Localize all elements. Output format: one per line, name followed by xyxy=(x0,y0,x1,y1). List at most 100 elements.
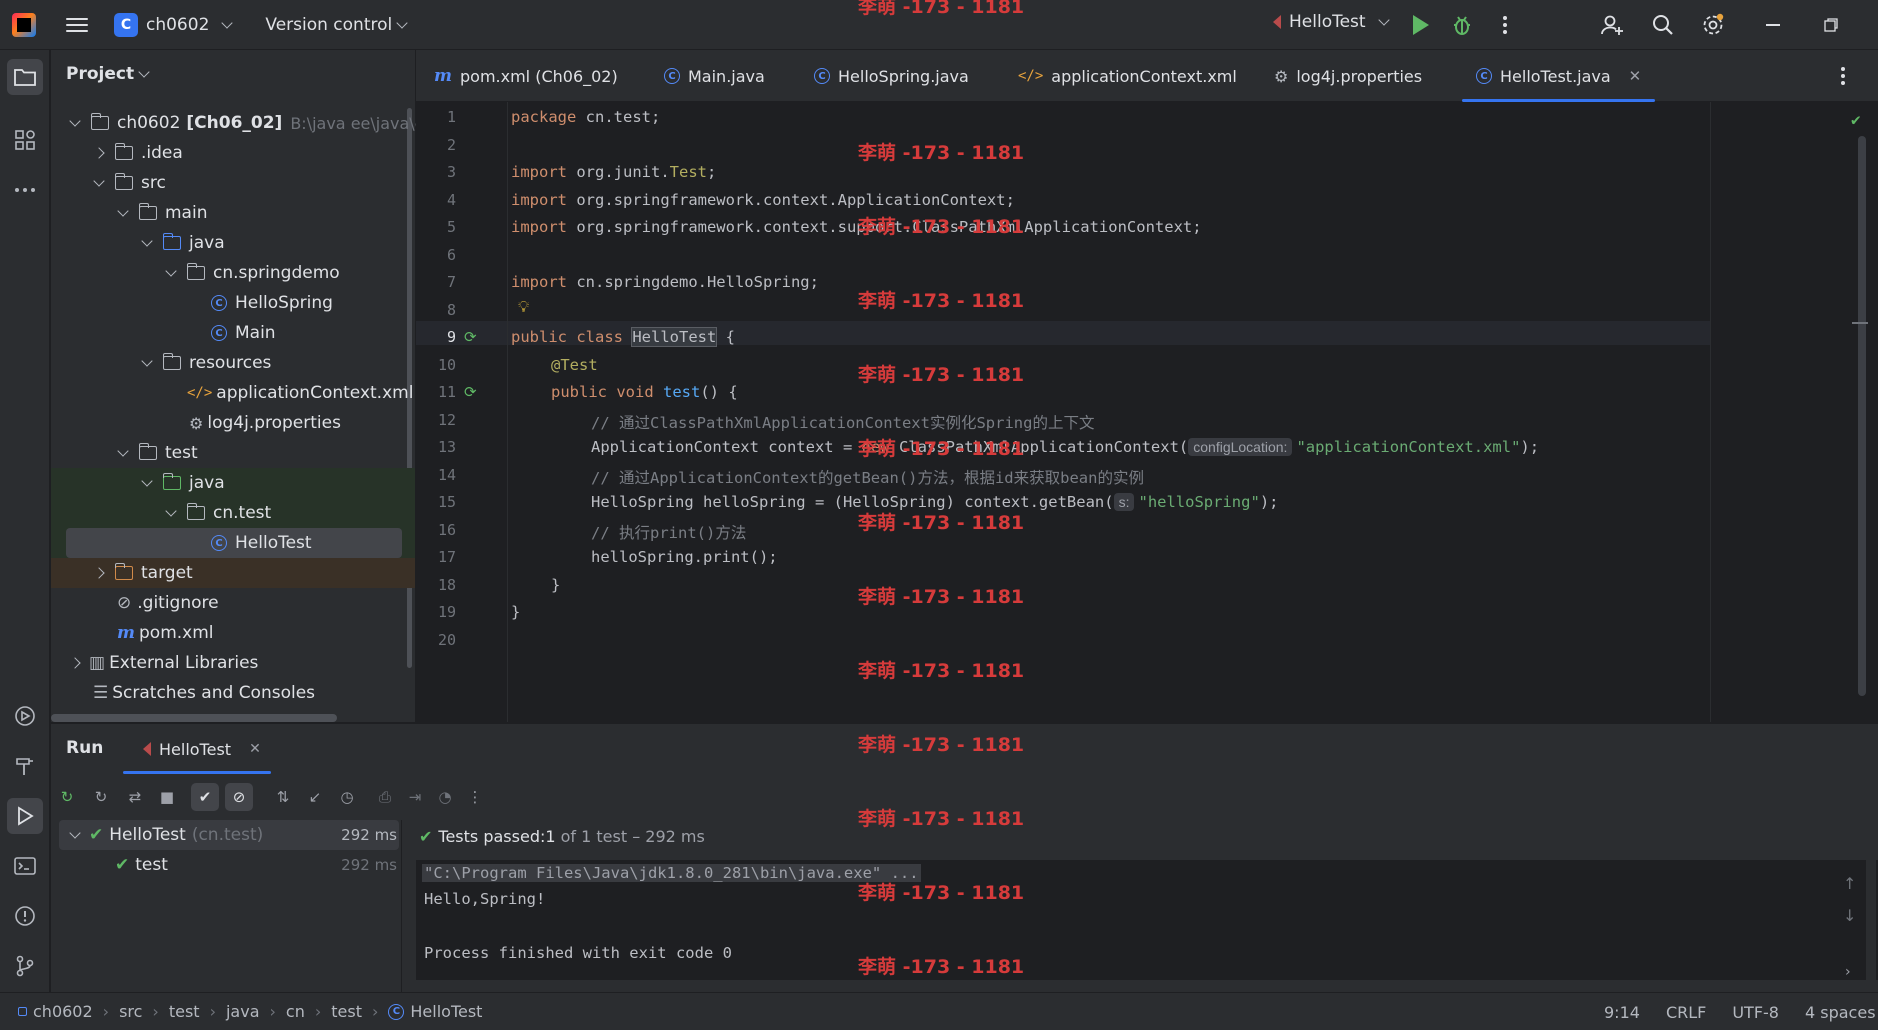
breadcrumb-item[interactable]: test xyxy=(331,1002,362,1021)
scroll-down-icon[interactable]: ↓ xyxy=(1843,906,1856,925)
breadcrumb-item[interactable]: cn xyxy=(286,1002,305,1021)
tree-item-main[interactable]: main xyxy=(117,198,207,228)
line-separator[interactable]: CRLF xyxy=(1666,1003,1706,1022)
tree-item-src[interactable]: src xyxy=(93,168,166,198)
import-icon[interactable]: ⇥ xyxy=(401,783,429,811)
tree-item-test[interactable]: test xyxy=(117,438,198,468)
project-panel-title[interactable]: Project xyxy=(66,64,150,84)
folder-icon xyxy=(114,173,133,190)
tab-applicationcontext-xml[interactable]: </> applicationContext.xml xyxy=(1018,50,1237,102)
expand-arrow-icon xyxy=(117,445,129,457)
line-number: 3 xyxy=(446,163,456,181)
horizontal-scrollbar[interactable] xyxy=(51,714,337,722)
code-editor[interactable]: ✔ 1 2 3 4 5 6 7 8 9 10 11 12 13 14 15 16… xyxy=(416,102,1878,722)
caret-position[interactable]: 9:14 xyxy=(1604,1003,1640,1022)
rerun-failed-icon[interactable]: ↻ xyxy=(87,783,115,811)
show-passed-icon[interactable]: ✔ xyxy=(191,783,219,811)
more-tools-icon[interactable] xyxy=(7,172,43,208)
lightbulb-icon[interactable]: 💡︎ xyxy=(518,297,529,317)
run-test-gutter-icon[interactable]: ⟳ xyxy=(464,383,477,401)
tab-main-java[interactable]: C Main.java xyxy=(664,50,765,102)
problems-tool-button[interactable] xyxy=(7,898,43,934)
tree-item-label: Main xyxy=(235,323,276,343)
breadcrumb-item[interactable]: src xyxy=(119,1002,142,1021)
tree-item-hellospring[interactable]: C HelloSpring xyxy=(211,288,333,318)
settings-gear-icon[interactable] xyxy=(1700,12,1726,38)
tab-log4j-properties[interactable]: ⚙ log4j.properties xyxy=(1274,50,1422,102)
restore-button[interactable] xyxy=(1806,0,1856,50)
tree-item-main-class[interactable]: C Main xyxy=(211,318,276,348)
no-problems-check-icon[interactable]: ✔ xyxy=(1851,110,1861,129)
project-switcher[interactable]: C ch0602 xyxy=(114,12,234,37)
breadcrumb-item[interactable]: ch0602 xyxy=(33,1002,93,1021)
tree-item-external-libraries[interactable]: ▥ External Libraries xyxy=(69,648,259,678)
indent-setting[interactable]: 4 spaces xyxy=(1805,1003,1876,1022)
build-tool-button[interactable] xyxy=(7,748,43,784)
version-control-menu[interactable]: Version control xyxy=(265,15,408,35)
tree-item-gitignore[interactable]: ⊘ .gitignore xyxy=(117,588,219,618)
stop-icon[interactable]: ■ xyxy=(153,783,181,811)
collapse-arrow-icon xyxy=(93,147,105,159)
toggle-auto-test-icon[interactable]: ⇄ xyxy=(121,783,149,811)
services-tool-button[interactable] xyxy=(7,698,43,734)
git-tool-button[interactable] xyxy=(7,948,43,984)
tree-item-label: .idea xyxy=(141,143,183,163)
main-menu-icon[interactable] xyxy=(66,17,88,32)
add-user-icon[interactable] xyxy=(1599,12,1625,38)
test-case-row[interactable]: ✔ test 292 ms xyxy=(115,850,397,880)
terminal-tool-button[interactable] xyxy=(7,848,43,884)
chevron-right-icon[interactable]: › xyxy=(1845,964,1851,980)
sort-icon[interactable]: ⇅ xyxy=(269,783,297,811)
collapse-all-icon[interactable]: ↙ xyxy=(301,783,329,811)
more-actions-icon[interactable] xyxy=(1492,12,1518,38)
search-icon[interactable] xyxy=(1650,12,1676,38)
file-encoding[interactable]: UTF-8 xyxy=(1732,1003,1779,1022)
tree-item-cn-test[interactable]: cn.test xyxy=(165,498,271,528)
tree-item-cn-springdemo[interactable]: cn.springdemo xyxy=(165,258,340,288)
tab-hellotest-java[interactable]: C HelloTest.java ✕ xyxy=(1461,50,1656,102)
tree-item-resources[interactable]: resources xyxy=(141,348,271,378)
tree-item-project-root[interactable]: ch0602 [Ch06_02] B:\java ee\java\ch xyxy=(69,108,434,138)
coverage-icon[interactable]: ◔ xyxy=(431,783,459,811)
rerun-icon[interactable]: ↻ xyxy=(53,783,81,811)
tree-item-scratches[interactable]: ☰ Scratches and Consoles xyxy=(93,678,315,708)
project-tool-button[interactable] xyxy=(7,59,43,95)
breadcrumb-item[interactable]: HelloTest xyxy=(410,1002,482,1021)
history-icon[interactable]: ◷ xyxy=(333,783,361,811)
tree-item-main-java[interactable]: java xyxy=(141,228,225,258)
tree-item-hellotest[interactable]: C HelloTest xyxy=(211,528,312,558)
tree-item-label: .gitignore xyxy=(137,593,219,613)
scroll-up-icon[interactable]: ↑ xyxy=(1843,874,1856,893)
run-test-gutter-icon[interactable]: ⟳ xyxy=(464,328,477,346)
close-tab-icon[interactable]: ✕ xyxy=(1629,67,1642,85)
tab-label: pom.xml (Ch06_02) xyxy=(460,66,618,86)
tree-item-target[interactable]: target xyxy=(93,558,193,588)
tab-pom-xml[interactable]: m pom.xml (Ch06_02) xyxy=(434,50,618,102)
run-more-icon[interactable]: ⋮ xyxy=(461,783,489,811)
run-button[interactable] xyxy=(1408,12,1434,38)
editor-scrollbar[interactable] xyxy=(1858,136,1866,696)
debug-button[interactable] xyxy=(1449,12,1475,38)
tree-item-applicationcontext-xml[interactable]: </> applicationContext.xml xyxy=(187,378,413,408)
breadcrumb-item[interactable]: test xyxy=(169,1002,200,1021)
console-scrollbar[interactable] xyxy=(1866,860,1876,980)
tab-options-icon[interactable] xyxy=(1840,50,1846,102)
run-tool-button[interactable] xyxy=(7,798,43,834)
test-suite-row[interactable]: ✔ HelloTest (cn.test) 292 ms xyxy=(69,820,397,850)
breadcrumb-item[interactable]: java xyxy=(226,1002,260,1021)
tree-item-idea[interactable]: .idea xyxy=(93,138,183,168)
tab-hellospring-java[interactable]: C HelloSpring.java xyxy=(814,50,969,102)
tree-item-test-java[interactable]: java xyxy=(141,468,225,498)
close-tab-icon[interactable]: ✕ xyxy=(249,741,261,757)
tree-item-log4j-properties[interactable]: ⚙ log4j.properties xyxy=(189,408,341,438)
code-line-10: @Test xyxy=(551,356,598,374)
console-output[interactable]: "C:\Program Files\Java\jdk1.8.0_281\bin\… xyxy=(416,860,1878,980)
export-icon[interactable]: ⎙ xyxy=(371,783,399,811)
structure-tool-button[interactable] xyxy=(7,122,43,158)
show-ignored-icon[interactable]: ⊘ xyxy=(225,783,253,811)
tree-item-label: External Libraries xyxy=(109,653,259,673)
run-config-selector[interactable]: HelloTest xyxy=(1265,12,1390,32)
tree-item-pom-xml[interactable]: m pom.xml xyxy=(117,618,214,648)
run-tab-hellotest[interactable]: HelloTest ✕ xyxy=(123,724,271,774)
minimize-button[interactable] xyxy=(1748,0,1798,50)
